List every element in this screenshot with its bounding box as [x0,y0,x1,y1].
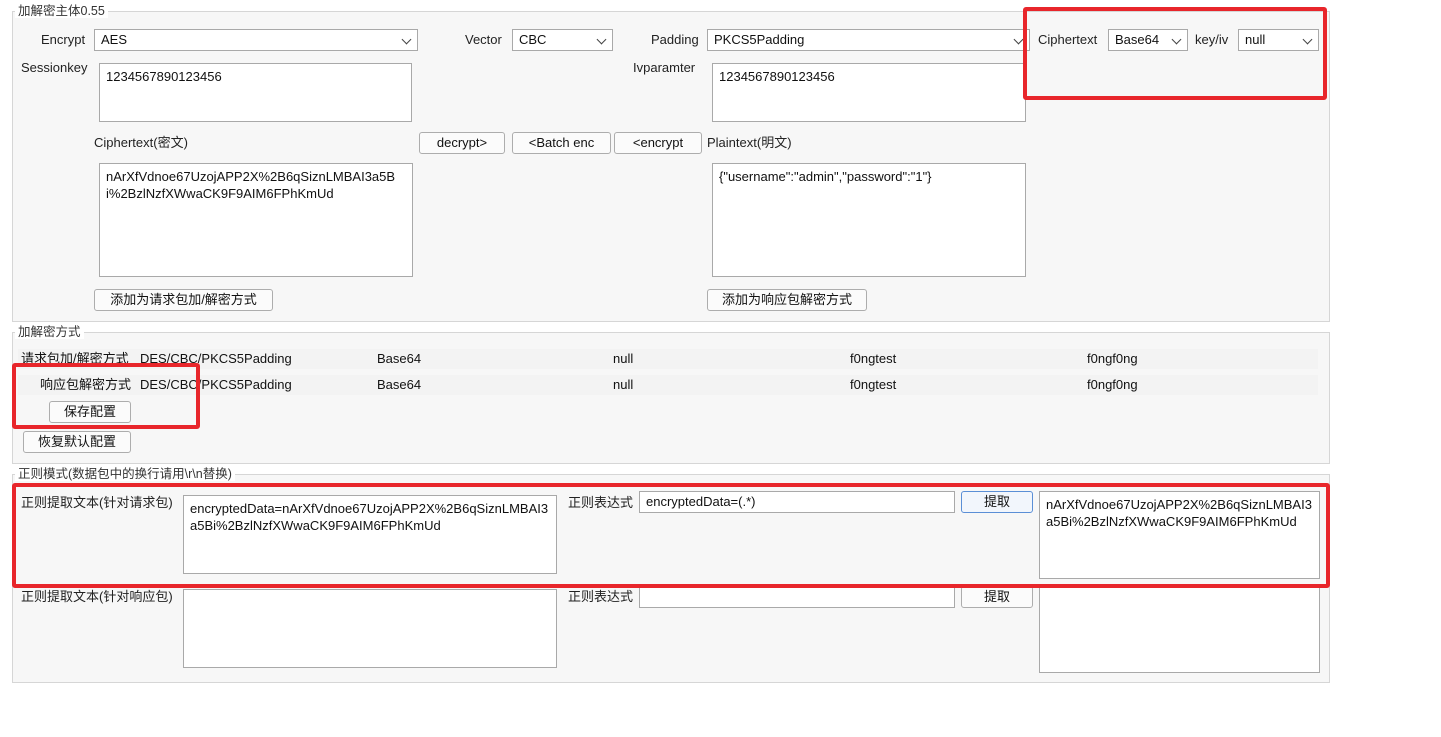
encrypt-button[interactable]: <encrypt [614,132,702,154]
padding-select-value: PKCS5Padding [714,32,805,47]
encrypt-label: Encrypt [41,32,86,47]
ciphertext-format-select[interactable]: Base64 [1108,29,1188,51]
save-config-button[interactable]: 保存配置 [49,401,131,423]
response-method-label: 响应包解密方式 [40,377,132,392]
plaintext-textarea[interactable]: {"username":"admin","password":"1"} [712,163,1026,277]
sessionkey-label: Sessionkey [21,60,88,75]
restore-default-button[interactable]: 恢复默认配置 [23,431,131,453]
padding-select[interactable]: PKCS5Padding [707,29,1030,51]
request-method-iv: f0ngf0ng [1087,351,1138,366]
encrypt-select[interactable]: AES [94,29,418,51]
response-regex-input[interactable] [639,586,955,608]
request-method-format: Base64 [377,351,422,366]
vector-label: Vector [465,32,502,47]
keyiv-select[interactable]: null [1238,29,1319,51]
batch-enc-button[interactable]: <Batch enc [512,132,611,154]
ivparam-field[interactable]: 1234567890123456 [712,63,1026,122]
request-regex-label: 正则表达式 [568,495,634,510]
request-extract-result[interactable]: nArXfVdnoe67UzojAPP2X%2B6qSiznLMBAI3a5Bi… [1039,491,1320,579]
regex-title: 正则模式(数据包中的换行请用\r\n替换) [15,467,235,481]
vector-select[interactable]: CBC [512,29,613,51]
chevron-down-icon [1171,34,1182,45]
encryption-main-title: 加解密主体0.55 [15,4,108,18]
sessionkey-field[interactable]: 1234567890123456 [99,63,412,122]
response-method-key: f0ngtest [850,377,897,392]
decrypt-button[interactable]: decrypt> [419,132,505,154]
response-method-algorithm: DES/CBC/PKCS5Padding [140,377,292,392]
chevron-down-icon [1302,34,1313,45]
ciphertext-area-label: Ciphertext(密文) [94,135,188,150]
methods-title: 加解密方式 [15,325,84,339]
response-method-iv: f0ngf0ng [1087,377,1138,392]
vector-select-value: CBC [519,32,547,47]
request-method-key: f0ngtest [850,351,897,366]
keyiv-label: key/iv [1195,32,1229,47]
response-regex-text-label: 正则提取文本(针对响应包) [21,589,173,604]
ciphertext-format-label: Ciphertext [1038,32,1098,47]
response-method-keyiv: null [613,377,634,392]
plaintext-area-label: Plaintext(明文) [707,135,792,150]
request-method-keyiv: null [613,351,634,366]
response-regex-label: 正则表达式 [568,589,634,604]
add-response-method-button[interactable]: 添加为响应包解密方式 [707,289,867,311]
response-method-format: Base64 [377,377,422,392]
response-extract-result[interactable] [1039,586,1320,673]
ciphertext-textarea[interactable]: nArXfVdnoe67UzojAPP2X%2B6qSiznLMBAI3a5Bi… [99,163,413,277]
response-extract-button[interactable]: 提取 [961,586,1033,608]
request-regex-text-label: 正则提取文本(针对请求包) [21,495,173,510]
request-regex-input[interactable]: encryptedData=(.*) [639,491,955,513]
padding-label: Padding [651,32,699,47]
chevron-down-icon [401,34,412,45]
ivparam-label: Ivparamter [633,60,696,75]
chevron-down-icon [1013,34,1024,45]
request-method-algorithm: DES/CBC/PKCS5Padding [140,351,292,366]
chevron-down-icon [596,34,607,45]
response-regex-textarea[interactable] [183,589,557,668]
request-extract-button[interactable]: 提取 [961,491,1033,513]
keyiv-select-value: null [1245,32,1266,47]
add-request-method-button[interactable]: 添加为请求包加/解密方式 [94,289,273,311]
request-regex-textarea[interactable]: encryptedData=nArXfVdnoe67UzojAPP2X%2B6q… [183,495,557,574]
request-method-label: 请求包加/解密方式 [21,351,129,366]
ciphertext-format-value: Base64 [1115,32,1160,47]
encrypt-select-value: AES [101,32,128,47]
